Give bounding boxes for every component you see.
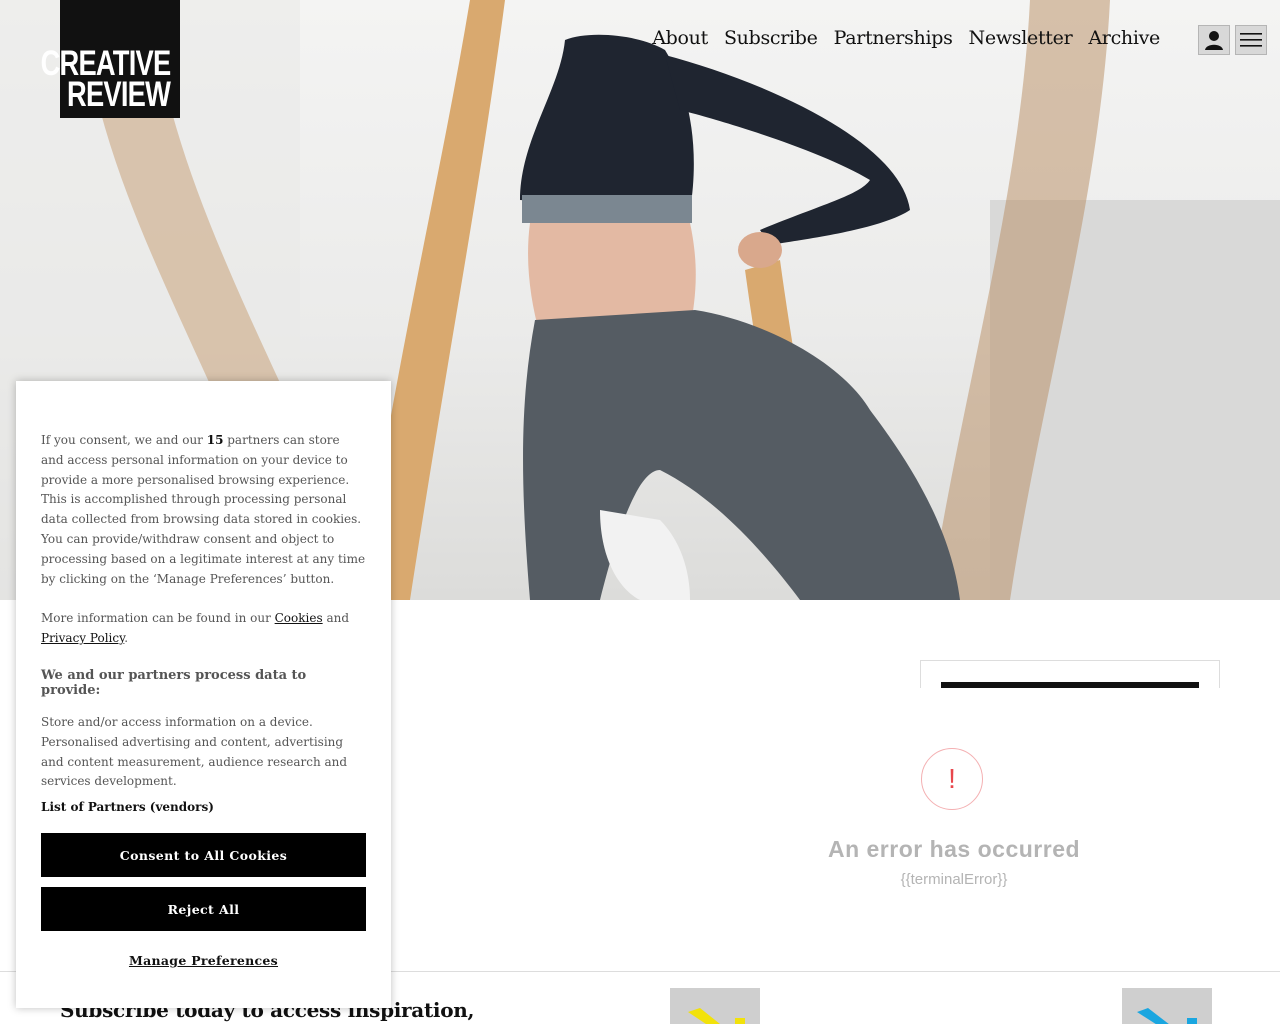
privacy-policy-link[interactable]: Privacy Policy [41,631,124,645]
error-icon: ! [921,748,983,810]
sidebar-widget-bar [941,682,1199,688]
creative-review-logo[interactable]: CREATIVE REVIEW [40,0,180,118]
partner-count: 15 [206,433,224,447]
promo-thumbnail-graphic [688,1008,745,1024]
more-info-start: More information can be found in our [41,611,275,626]
reject-all-button[interactable]: Reject All [41,887,366,932]
consent-purposes-text: Store and/or access information on a dev… [41,714,348,789]
manage-preferences-button[interactable]: Manage Preferences [41,953,366,968]
logo-line-2: REVIEW [66,75,171,114]
consent-all-button[interactable]: Consent to All Cookies [41,833,366,878]
error-detail: {{terminalError}} [900,871,1008,888]
nav-archive[interactable]: Archive [1088,27,1160,49]
vendors-list-link[interactable]: List of Partners (vendors) [41,800,366,814]
promo-thumbnail-graphic [1137,1008,1197,1024]
more-info-end: . [124,631,129,646]
consent-intro-start: If you consent, we and our [41,433,207,447]
exclamation-icon: ! [948,763,956,794]
consent-purposes-heading: We and our partners process data to prov… [41,667,307,698]
nav-about[interactable]: About [652,27,708,49]
consent-intro: If you consent, we and our 15 partners c… [41,431,366,589]
error-title: An error has occurred [827,836,1081,862]
main-nav: About Subscribe Partnerships Newsletter … [652,27,1160,49]
more-info-and: and [322,611,350,626]
account-button[interactable] [1198,25,1230,55]
user-icon [1205,31,1223,50]
promo-thumbnail-2[interactable] [1122,988,1212,1024]
nav-newsletter[interactable]: Newsletter [969,27,1073,49]
hamburger-menu-icon [1240,33,1262,47]
menu-button[interactable] [1235,25,1267,55]
promo-thumbnail-1[interactable] [670,988,760,1024]
nav-subscribe[interactable]: Subscribe [724,27,818,49]
nav-partnerships[interactable]: Partnerships [834,27,953,49]
consent-intro-rest: partners can store and access personal i… [41,433,366,586]
page: CREATIVE REVIEW About Subscribe Partners… [0,0,1280,1024]
cookie-consent-panel: If you consent, we and our 15 partners c… [16,381,391,1008]
consent-more-info: More information can be found in our Coo… [41,609,366,649]
sidebar-widget [920,660,1220,688]
cookies-link[interactable]: Cookies [275,611,323,625]
